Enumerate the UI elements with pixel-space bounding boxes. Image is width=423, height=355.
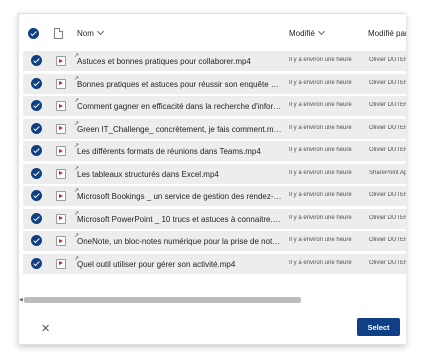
file-modified: Il y a environ une heure — [289, 57, 352, 63]
file-modified: Il y a environ une heure — [289, 214, 352, 221]
scroll-left-arrow-icon[interactable]: ◀ — [19, 297, 23, 303]
file-type-icon — [54, 28, 63, 39]
file-modified: Il y a environ une heure — [289, 102, 352, 108]
file-modified-by: Olivier DUTERTRE — [369, 124, 406, 131]
file-row[interactable]: ↗ Astuces et bonnes pratiques pour colla… — [23, 51, 406, 71]
column-header-modified-by[interactable]: Modifié par — [368, 29, 406, 38]
file-row[interactable]: ↗ Microsoft Bookings _ un service de ges… — [23, 186, 406, 206]
list-header: Nom Modifié Modifié par — [19, 14, 406, 51]
file-modified-by: SharePoint App — [369, 169, 406, 176]
file-modified-by: Olivier DUTERTRE — [369, 102, 406, 108]
horizontal-scrollbar[interactable]: ◀ — [19, 296, 406, 304]
file-modified-by: Olivier DUTERTRE — [369, 79, 406, 86]
row-checkbox[interactable] — [31, 167, 42, 179]
select-button[interactable]: Select — [357, 318, 400, 336]
file-modified: Il y a environ une heure — [289, 259, 352, 266]
file-row[interactable]: ↗ Microsoft PowerPoint _ 10 trucs et ast… — [23, 208, 406, 229]
chevron-down-icon — [317, 27, 325, 36]
column-header-name-label: Nom — [77, 29, 94, 38]
row-checkbox[interactable] — [31, 257, 42, 269]
file-row[interactable]: ↗ Les différents formats de réunions dan… — [23, 141, 406, 161]
file-name[interactable]: Green IT_Challenge_ concrètement, je fai… — [77, 125, 282, 134]
video-file-icon — [56, 101, 66, 111]
file-modified-by: Olivier DUTERTRE — [369, 237, 406, 243]
close-icon[interactable]: ✕ — [41, 322, 50, 335]
video-file-icon — [56, 236, 66, 246]
row-checkbox[interactable] — [31, 212, 42, 224]
column-header-modified-by-label: Modifié par — [368, 29, 406, 38]
file-name[interactable]: Astuces et bonnes pratiques pour collabo… — [77, 57, 282, 66]
column-header-modified-label: Modifié — [289, 29, 315, 38]
column-header-name[interactable]: Nom — [77, 27, 104, 38]
file-row[interactable]: ↗ Quel outil utiliser pour gérer son act… — [23, 253, 406, 274]
file-modified: Il y a environ une heure — [289, 237, 352, 243]
file-name[interactable]: Microsoft PowerPoint _ 10 trucs et astuc… — [77, 215, 282, 224]
video-file-icon — [56, 56, 66, 66]
file-modified: Il y a environ une heure — [289, 169, 352, 176]
chevron-down-icon — [96, 27, 104, 36]
file-modified-by: Olivier DUTERTRE — [369, 192, 406, 198]
file-row[interactable]: ↗ Les tableaux structurés dans Excel.mp4… — [23, 163, 406, 184]
file-row[interactable]: ↗ Bonnes pratiques et astuces pour réuss… — [23, 73, 406, 94]
video-file-icon — [56, 191, 66, 201]
file-row[interactable]: ↗ Green IT_Challenge_ concrètement, je f… — [23, 118, 406, 139]
video-file-icon — [56, 213, 66, 224]
file-modified-by: Olivier DUTERTRE — [369, 147, 406, 153]
file-modified: Il y a environ une heure — [289, 79, 352, 86]
file-name[interactable]: Bonnes pratiques et astuces pour réussir… — [77, 80, 282, 89]
video-file-icon — [56, 168, 66, 179]
row-checkbox[interactable] — [31, 145, 42, 156]
file-name[interactable]: Comment gagner en efficacité dans la rec… — [77, 102, 282, 111]
video-file-icon — [56, 123, 66, 134]
column-header-modified[interactable]: Modifié — [289, 27, 325, 38]
row-checkbox[interactable] — [31, 235, 42, 246]
file-name[interactable]: Microsoft Bookings _ un service de gesti… — [77, 192, 282, 201]
row-checkbox[interactable] — [31, 100, 42, 111]
file-row[interactable]: ↗ OneNote, un bloc-notes numérique pour … — [23, 231, 406, 251]
file-picker-dialog: Nom Modifié Modifié par ↗ Astuces et bon… — [18, 13, 406, 345]
row-checkbox[interactable] — [31, 190, 42, 201]
file-name[interactable]: OneNote, un bloc-notes numérique pour la… — [77, 237, 282, 246]
file-row[interactable]: ↗ Comment gagner en efficacité dans la r… — [23, 96, 406, 116]
video-file-icon — [56, 258, 66, 269]
file-modified: Il y a environ une heure — [289, 147, 352, 153]
video-file-icon — [56, 78, 66, 89]
video-file-icon — [56, 146, 66, 156]
file-modified-by: Olivier DUTERTRE — [369, 259, 406, 266]
file-modified-by: Olivier DUTERTRE — [369, 214, 406, 221]
row-checkbox[interactable] — [31, 77, 42, 89]
file-modified: Il y a environ une heure — [289, 124, 352, 131]
select-all-checkbox[interactable] — [28, 28, 39, 39]
file-name[interactable]: Les tableaux structurés dans Excel.mp4 — [77, 170, 282, 179]
row-checkbox[interactable] — [31, 55, 42, 66]
file-name[interactable]: Les différents formats de réunions dans … — [77, 147, 282, 156]
scrollbar-thumb[interactable] — [24, 297, 301, 303]
file-modified: Il y a environ une heure — [289, 192, 352, 198]
file-modified-by: Olivier DUTERTRE — [369, 57, 406, 63]
row-checkbox[interactable] — [31, 122, 42, 134]
file-name[interactable]: Quel outil utiliser pour gérer son activ… — [77, 260, 282, 269]
